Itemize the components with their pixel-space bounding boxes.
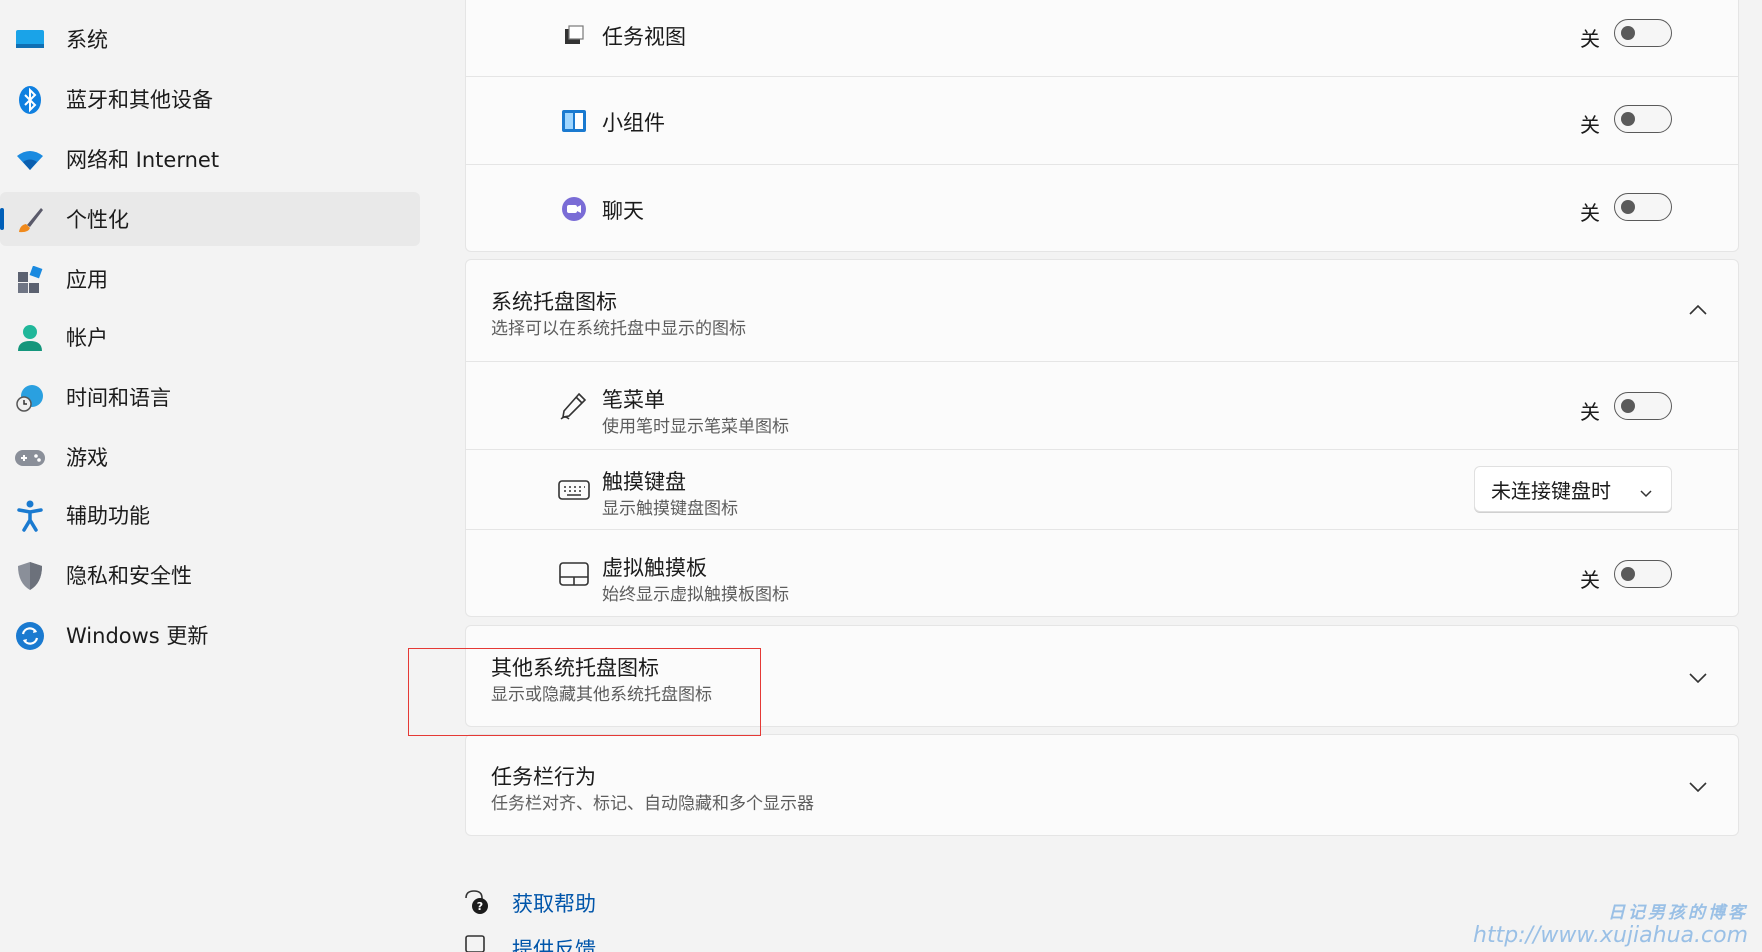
tray-icon-row: 笔菜单 使用笔时显示笔菜单图标 关 <box>466 361 1738 449</box>
toggle-state-label: 关 <box>1580 27 1600 51</box>
chevron-down-icon[interactable] <box>1686 775 1710 799</box>
sidebar-item-apps[interactable]: 应用 <box>0 252 420 306</box>
sidebar-item-bluetooth[interactable]: 蓝牙和其他设备 <box>0 72 420 126</box>
sidebar-item-system[interactable]: 系统 <box>0 12 420 66</box>
watermark-title: 日记男孩的博客 <box>1608 903 1748 923</box>
toggle-state-label: 关 <box>1580 113 1600 137</box>
sidebar-nav: 系统 蓝牙和其他设备 网络和 Internet 个性化 应用 帐户 时间和语言 … <box>0 0 430 952</box>
taskbar-behaviors-card[interactable]: 任务栏行为 任务栏对齐、标记、自动隐藏和多个显示器 <box>465 734 1739 836</box>
chevron-up-icon[interactable] <box>1686 298 1710 322</box>
pen-menu-toggle[interactable] <box>1614 392 1672 420</box>
row-title: 笔菜单 <box>602 388 665 412</box>
get-help-link[interactable]: ? 获取帮助 <box>462 888 662 920</box>
row-title: 聊天 <box>602 199 644 223</box>
globe-clock-icon <box>14 382 46 414</box>
give-feedback-label: 提供反馈 <box>512 938 596 952</box>
toggle-state-label: 关 <box>1580 400 1600 424</box>
pen-icon <box>558 390 590 422</box>
sidebar-item-personalization[interactable]: 个性化 <box>0 192 420 246</box>
tray-icon-row: 虚拟触摸板 始终显示虚拟触摸板图标 关 <box>466 529 1738 618</box>
chevron-down-icon <box>1639 481 1653 505</box>
sidebar-item-label: 时间和语言 <box>66 386 171 410</box>
feedback-icon <box>462 934 490 952</box>
group-title: 任务栏行为 <box>491 765 596 789</box>
sidebar-item-label: 应用 <box>66 268 108 292</box>
bluetooth-icon <box>14 84 46 116</box>
virtual-touchpad-toggle[interactable] <box>1614 560 1672 588</box>
sidebar-item-accessibility[interactable]: 辅助功能 <box>0 488 420 542</box>
tray-icons-header[interactable]: 系统托盘图标 选择可以在系统托盘中显示的图标 <box>466 260 1738 361</box>
paintbrush-icon <box>14 204 46 236</box>
sidebar-item-windows-update[interactable]: Windows 更新 <box>0 608 420 662</box>
other-tray-icons-card[interactable]: 其他系统托盘图标 显示或隐藏其他系统托盘图标 <box>465 625 1739 727</box>
row-title: 小组件 <box>602 111 665 135</box>
group-subtitle: 选择可以在系统托盘中显示的图标 <box>491 319 746 339</box>
sidebar-item-network[interactable]: 网络和 Internet <box>0 132 420 186</box>
sidebar-item-time-language[interactable]: 时间和语言 <box>0 370 420 424</box>
task-view-icon <box>558 19 590 51</box>
row-title: 任务视图 <box>602 25 686 49</box>
person-icon <box>14 322 46 354</box>
row-title: 虚拟触摸板 <box>602 556 707 580</box>
sidebar-item-label: 蓝牙和其他设备 <box>66 88 213 112</box>
taskbar-item-row: 任务视图 关 <box>466 0 1738 76</box>
taskbar-item-row: 小组件 关 <box>466 76 1738 164</box>
row-title: 触摸键盘 <box>602 470 686 494</box>
chevron-down-icon[interactable] <box>1686 666 1710 690</box>
toggle-state-label: 关 <box>1580 201 1600 225</box>
group-subtitle: 任务栏对齐、标记、自动隐藏和多个显示器 <box>491 794 814 814</box>
sidebar-item-label: 隐私和安全性 <box>66 564 192 588</box>
chat-icon <box>558 193 590 225</box>
chat-toggle[interactable] <box>1614 193 1672 221</box>
sidebar-item-label: 辅助功能 <box>66 504 150 528</box>
watermark-url: http://www.xujiahua.com <box>1473 923 1748 948</box>
accessibility-icon <box>14 500 46 532</box>
sidebar-item-privacy[interactable]: 隐私和安全性 <box>0 548 420 602</box>
task-view-toggle[interactable] <box>1614 19 1672 47</box>
widgets-toggle[interactable] <box>1614 105 1672 133</box>
tray-icon-row: 触摸键盘 显示触摸键盘图标 未连接键盘时 <box>466 449 1738 529</box>
monitor-icon <box>14 24 46 56</box>
row-subtitle: 显示触摸键盘图标 <box>602 499 738 519</box>
keyboard-icon <box>558 474 590 506</box>
watermark: 日记男孩的博客 http://www.xujiahua.com <box>1473 898 1748 948</box>
wifi-icon <box>14 144 46 176</box>
group-title: 其他系统托盘图标 <box>491 656 659 680</box>
gamepad-icon <box>14 442 46 474</box>
give-feedback-link[interactable]: 提供反馈 <box>462 934 662 952</box>
help-icon: ? <box>462 888 490 920</box>
sidebar-item-accounts[interactable]: 帐户 <box>0 310 420 364</box>
taskbar-items-card: 任务视图 关 小组件 关 聊天 关 <box>465 0 1739 252</box>
touchpad-icon <box>558 558 590 590</box>
row-subtitle: 使用笔时显示笔菜单图标 <box>602 417 789 437</box>
sidebar-item-label: 游戏 <box>66 446 108 470</box>
tray-icons-card: 系统托盘图标 选择可以在系统托盘中显示的图标 笔菜单 使用笔时显示笔菜单图标 关… <box>465 259 1739 617</box>
dropdown-value: 未连接键盘时 <box>1491 478 1611 503</box>
sidebar-item-label: 个性化 <box>66 208 129 232</box>
sidebar-item-gaming[interactable]: 游戏 <box>0 430 420 484</box>
sidebar-item-label: 网络和 Internet <box>66 148 220 172</box>
apps-icon <box>14 264 46 296</box>
group-title: 系统托盘图标 <box>491 290 617 314</box>
sidebar-item-label: 帐户 <box>66 326 108 350</box>
taskbar-item-row: 聊天 关 <box>466 164 1738 253</box>
sidebar-item-label: Windows 更新 <box>66 624 209 648</box>
get-help-label: 获取帮助 <box>512 892 596 916</box>
row-subtitle: 始终显示虚拟触摸板图标 <box>602 585 789 605</box>
touch-keyboard-dropdown[interactable]: 未连接键盘时 <box>1474 466 1672 512</box>
update-icon <box>14 620 46 652</box>
widgets-icon <box>558 105 590 137</box>
toggle-state-label: 关 <box>1580 568 1600 592</box>
shield-icon <box>14 560 46 592</box>
group-subtitle: 显示或隐藏其他系统托盘图标 <box>491 685 712 705</box>
svg-text:?: ? <box>477 900 483 913</box>
sidebar-item-label: 系统 <box>66 28 108 52</box>
